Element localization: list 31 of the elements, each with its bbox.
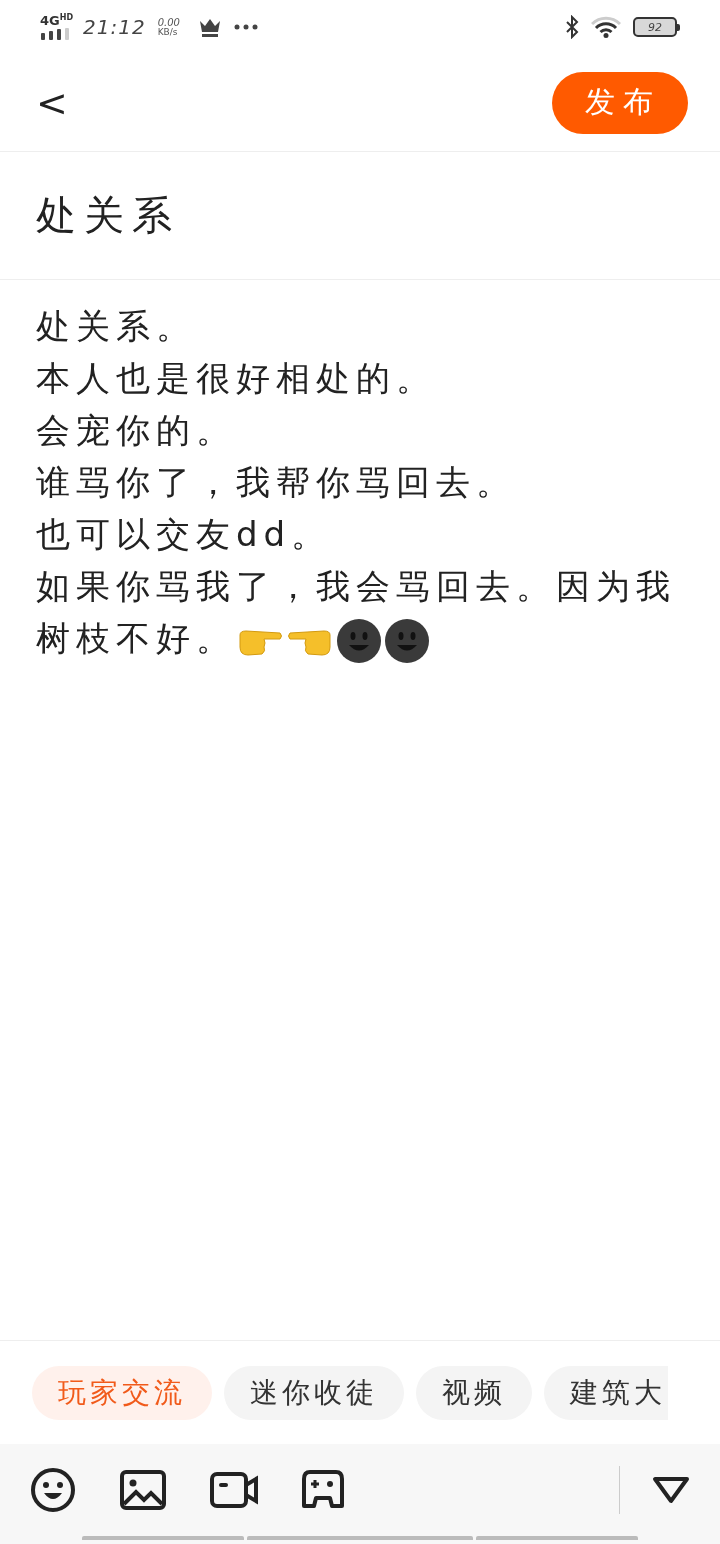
- speed-value: 0.00: [157, 16, 180, 28]
- body-line: 树枝不好。: [36, 618, 236, 658]
- body-line: 处关系。: [36, 305, 197, 348]
- bluetooth-icon: [565, 15, 579, 39]
- topic-tag[interactable]: 迷你收徒: [224, 1365, 404, 1420]
- body-line: 会宠你的。: [36, 409, 237, 452]
- gamepad-icon[interactable]: [302, 1470, 344, 1510]
- post-title[interactable]: 处关系: [36, 188, 180, 243]
- crown-icon: [197, 17, 222, 37]
- network-label: 4G: [40, 14, 60, 27]
- body-line: 本人也是很好相处的。: [36, 357, 437, 400]
- post-body-field[interactable]: 处关系。 本人也是很好相处的。 会宠你的。 谁骂你了，我帮你骂回去。 也可以交友dd。 如果你骂我了，我会骂回去。因为我树枝不好。: [0, 280, 720, 664]
- speed-unit: KB/s: [157, 27, 179, 38]
- wifi-icon: [591, 16, 621, 38]
- body-line: 谁骂你了，我帮你骂回去。: [36, 461, 517, 504]
- image-icon[interactable]: [120, 1470, 166, 1510]
- topic-tag[interactable]: 视频: [416, 1365, 532, 1420]
- battery-level: 92: [648, 20, 662, 34]
- video-camera-icon[interactable]: [210, 1472, 258, 1508]
- body-line: 也可以交友dd。: [36, 513, 333, 556]
- smiley-icon: [384, 617, 430, 664]
- smiley-icon: [336, 617, 382, 664]
- topic-tag[interactable]: 建筑大: [544, 1365, 668, 1420]
- signal-icon: [40, 28, 70, 40]
- body-line: 如果你骂我了，我会骂回去。因为我: [36, 565, 677, 608]
- hd-label: HD: [59, 14, 74, 22]
- clock: 21:12: [83, 15, 146, 39]
- back-button[interactable]: <: [30, 83, 74, 122]
- emoji-icon[interactable]: [30, 1467, 76, 1513]
- collapse-icon[interactable]: [652, 1476, 690, 1504]
- more-icon: [233, 24, 258, 30]
